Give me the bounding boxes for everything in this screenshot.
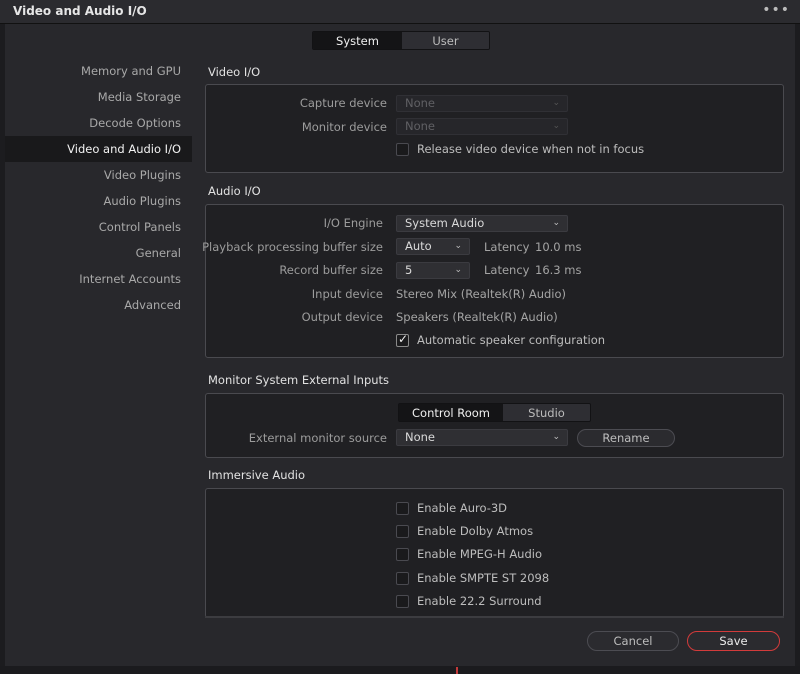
scroll-fade xyxy=(205,616,784,618)
external-source-select[interactable]: None ⌄ xyxy=(396,429,568,446)
save-button[interactable]: Save xyxy=(687,631,780,651)
tab-system[interactable]: System xyxy=(313,32,402,49)
external-source-value: None xyxy=(405,430,436,444)
record-latency-value: 16.3 ms xyxy=(535,263,582,277)
auto-speaker-label: Automatic speaker configuration xyxy=(417,333,606,347)
release-video-checkbox[interactable]: Release video device when not in focus xyxy=(396,142,644,156)
input-device-value: Stereo Mix (Realtek(R) Audio) xyxy=(396,287,567,301)
monitor-device-label: Monitor device xyxy=(301,120,387,134)
record-buffer-select[interactable]: 5 ⌄ xyxy=(396,262,470,279)
smpte-2098-label: Enable SMPTE ST 2098 xyxy=(417,571,550,585)
bottom-strip xyxy=(0,666,800,674)
record-buffer-label: Record buffer size xyxy=(279,263,383,277)
tab-control-room[interactable]: Control Room xyxy=(399,404,503,421)
surround-22-2-label: Enable 22.2 Surround xyxy=(417,594,542,608)
dolby-atmos-checkbox[interactable]: Enable Dolby Atmos xyxy=(396,524,533,538)
playback-latency-value: 10.0 ms xyxy=(535,240,582,254)
chevron-down-icon: ⌄ xyxy=(552,432,560,442)
output-device-value: Speakers (Realtek(R) Audio) xyxy=(396,310,558,324)
checkbox-box xyxy=(396,571,409,585)
chevron-down-icon: ⌄ xyxy=(454,241,462,251)
checkbox-box xyxy=(396,501,409,515)
right-edge xyxy=(795,24,800,674)
output-device-label: Output device xyxy=(301,310,383,324)
check-icon: ✓ xyxy=(398,331,409,346)
sidebar-item-video-audio-io[interactable]: Video and Audio I/O xyxy=(5,136,192,162)
window-title: Video and Audio I/O xyxy=(13,4,147,18)
io-engine-value: System Audio xyxy=(405,216,485,230)
sidebar-item-control-panels[interactable]: Control Panels xyxy=(5,214,192,240)
sidebar: Memory and GPU Media Storage Decode Opti… xyxy=(5,58,192,318)
playback-buffer-select[interactable]: Auto ⌄ xyxy=(396,238,470,255)
chevron-down-icon: ⌄ xyxy=(552,98,560,108)
monitor-device-value: None xyxy=(405,119,436,133)
playback-latency-label: Latency xyxy=(484,240,530,254)
chevron-down-icon: ⌄ xyxy=(552,121,560,131)
release-video-label: Release video device when not in focus xyxy=(417,142,645,156)
rename-button[interactable]: Rename xyxy=(577,429,675,447)
auto-speaker-checkbox[interactable]: ✓ Automatic speaker configuration xyxy=(396,331,606,347)
capture-device-value: None xyxy=(405,96,436,110)
mpeg-h-checkbox[interactable]: Enable MPEG-H Audio xyxy=(396,547,542,561)
playback-buffer-value: Auto xyxy=(405,239,432,253)
tab-studio[interactable]: Studio xyxy=(503,404,590,421)
smpte-2098-checkbox[interactable]: Enable SMPTE ST 2098 xyxy=(396,571,549,585)
sidebar-item-media-storage[interactable]: Media Storage xyxy=(5,84,192,110)
monitor-room-tabs: Control Room Studio xyxy=(398,403,591,422)
chevron-down-icon: ⌄ xyxy=(552,218,560,228)
sidebar-item-general[interactable]: General xyxy=(5,240,192,266)
sidebar-item-decode-options[interactable]: Decode Options xyxy=(5,110,192,136)
monitor-inputs-title: Monitor System External Inputs xyxy=(208,373,390,387)
io-engine-label: I/O Engine xyxy=(323,216,383,230)
checkbox-box xyxy=(396,547,409,561)
record-buffer-value: 5 xyxy=(405,263,413,277)
playhead-mark xyxy=(456,667,458,674)
capture-device-label: Capture device xyxy=(299,96,387,110)
input-device-label: Input device xyxy=(311,287,383,301)
title-bar: Video and Audio I/O ••• xyxy=(0,0,800,24)
sidebar-item-internet-accounts[interactable]: Internet Accounts xyxy=(5,266,192,292)
checkbox-box: ✓ xyxy=(396,331,409,347)
mpeg-h-label: Enable MPEG-H Audio xyxy=(417,547,543,561)
chevron-down-icon: ⌄ xyxy=(454,265,462,275)
more-icon[interactable]: ••• xyxy=(762,2,790,18)
checkbox-box xyxy=(396,142,409,156)
capture-device-select[interactable]: None ⌄ xyxy=(396,95,568,112)
io-engine-select[interactable]: System Audio ⌄ xyxy=(396,215,568,232)
sidebar-item-video-plugins[interactable]: Video Plugins xyxy=(5,162,192,188)
auro-3d-checkbox[interactable]: Enable Auro-3D xyxy=(396,501,507,515)
video-io-title: Video I/O xyxy=(208,65,261,79)
sidebar-item-memory-gpu[interactable]: Memory and GPU xyxy=(5,58,192,84)
monitor-device-select[interactable]: None ⌄ xyxy=(396,118,568,135)
checkbox-box xyxy=(396,524,409,538)
sidebar-item-advanced[interactable]: Advanced xyxy=(5,292,192,318)
external-source-label: External monitor source xyxy=(248,431,387,445)
auro-3d-label: Enable Auro-3D xyxy=(417,501,508,515)
checkbox-box xyxy=(396,594,409,608)
cancel-button[interactable]: Cancel xyxy=(587,631,679,651)
playback-buffer-label: Playback processing buffer size xyxy=(202,240,383,254)
tab-user[interactable]: User xyxy=(402,32,489,49)
audio-io-title: Audio I/O xyxy=(208,184,261,198)
record-latency-label: Latency xyxy=(484,263,530,277)
immersive-title: Immersive Audio xyxy=(208,468,306,482)
surround-22-2-checkbox[interactable]: Enable 22.2 Surround xyxy=(396,594,542,608)
scope-tabs: System User xyxy=(312,31,490,50)
dolby-atmos-label: Enable Dolby Atmos xyxy=(417,524,534,538)
sidebar-item-audio-plugins[interactable]: Audio Plugins xyxy=(5,188,192,214)
